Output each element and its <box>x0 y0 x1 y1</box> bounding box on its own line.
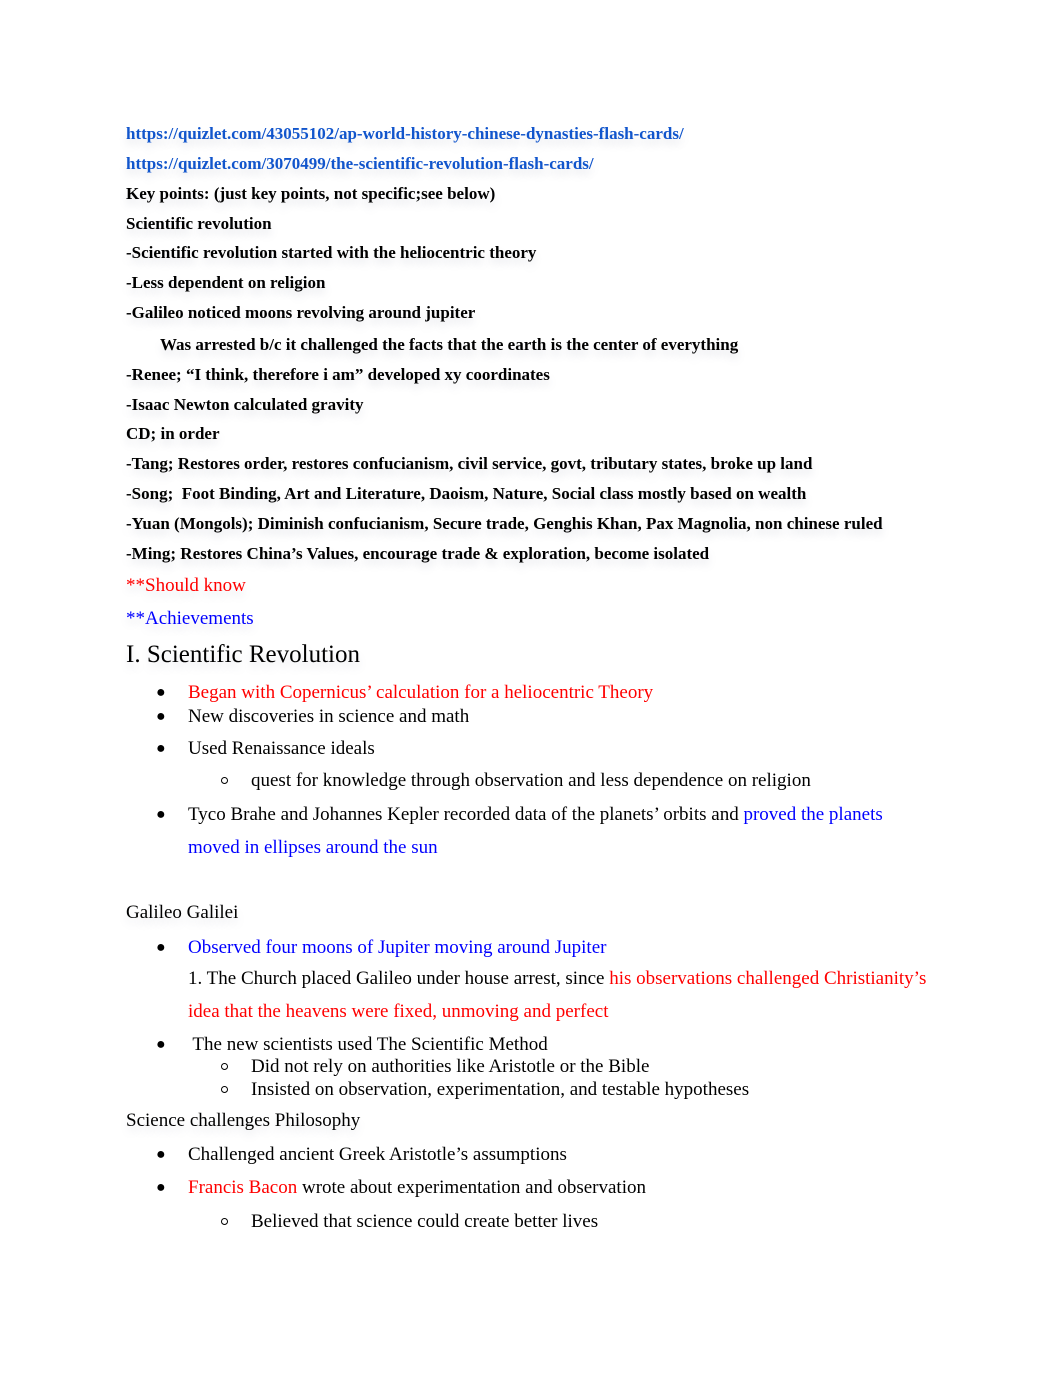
list-item: Began with Copernicus’ calculation for a… <box>188 682 654 703</box>
list-item: Observed four moons of Jupiter moving ar… <box>188 937 607 958</box>
sr-item: -Renee; “I think, therefore i am” develo… <box>126 365 550 384</box>
cd-item: -Song; Foot Binding, Art and Literature,… <box>126 484 807 503</box>
text: 1. The Church placed Galileo under house… <box>188 968 610 989</box>
circle-bullet-icon <box>221 1063 228 1070</box>
legend-achievements: **Achievements <box>126 608 254 629</box>
bullet-icon: ● <box>156 684 166 701</box>
sr-item: Was arrested b/c it challenged the facts… <box>160 335 739 354</box>
bullet-icon: ● <box>156 806 166 823</box>
cd-item: -Tang; Restores order, restores confucia… <box>126 454 813 473</box>
sub-list-item: Believed that science could create bette… <box>251 1211 599 1232</box>
sr-item: -Scientific revolution started with the … <box>126 243 537 262</box>
circle-bullet-icon <box>221 1218 228 1225</box>
cd-item: -Ming; Restores China’s Values, encourag… <box>126 544 710 563</box>
sr-item: -Less dependent on religion <box>126 273 326 292</box>
achievement-text: proved the planets <box>743 804 883 825</box>
sr-item: -Isaac Newton calculated gravity <box>126 395 364 414</box>
text: Tyco Brahe and Johannes Kepler recorded … <box>188 804 744 825</box>
list-item: Used Renaissance ideals <box>188 738 375 759</box>
sr-title: Scientific revolution <box>126 214 272 233</box>
sub-list-item: Insisted on observation, experimentation… <box>251 1079 750 1100</box>
bullet-icon: ● <box>156 708 166 725</box>
cd-title: CD; in order <box>126 424 220 443</box>
legend-should-know: **Should know <box>126 575 246 596</box>
numbered-item: 1. The Church placed Galileo under house… <box>188 969 926 988</box>
text: wrote about experimentation and observat… <box>297 1177 646 1198</box>
bullet-icon: ● <box>156 939 166 956</box>
sub-list-item: quest for knowledge through observation … <box>251 770 811 791</box>
bullet-icon: ● <box>156 1146 166 1163</box>
list-item: Francis Bacon wrote about experimentatio… <box>188 1178 646 1197</box>
bullet-icon: ● <box>156 1179 166 1196</box>
galileo-title: Galileo Galilei <box>126 902 239 923</box>
achievement-text: moved in ellipses around the sun <box>188 837 438 858</box>
sub-list-item: Did not rely on authorities like Aristot… <box>251 1056 650 1077</box>
quizlet-link-scientific-revolution[interactable]: https://quizlet.com/3070499/the-scientif… <box>126 155 594 172</box>
should-know-text: idea that the heavens were fixed, unmovi… <box>188 1001 609 1022</box>
circle-bullet-icon <box>221 1086 228 1093</box>
quizlet-link-dynasties[interactable]: https://quizlet.com/43055102/ap-world-hi… <box>126 125 684 142</box>
should-know-text: his observations challenged Christianity… <box>609 968 927 989</box>
cd-item: -Yuan (Mongols); Diminish confucianism, … <box>126 514 883 533</box>
key-points-title: Key points: (just key points, not specif… <box>126 184 496 203</box>
document-page: https://quizlet.com/43055102/ap-world-hi… <box>0 0 1062 1377</box>
section-heading: I. Scientific Revolution <box>126 641 360 668</box>
list-item: Tyco Brahe and Johannes Kepler recorded … <box>188 805 883 824</box>
philosophy-title: Science challenges Philosophy <box>126 1110 361 1131</box>
list-item: The new scientists used The Scientific M… <box>188 1034 548 1055</box>
should-know-text: Francis Bacon <box>188 1177 298 1198</box>
sr-item: -Galileo noticed moons revolving around … <box>126 303 476 322</box>
circle-bullet-icon <box>221 777 228 784</box>
list-item: New discoveries in science and math <box>188 706 470 727</box>
bullet-icon: ● <box>156 1036 166 1053</box>
list-item: Challenged ancient Greek Aristotle’s ass… <box>188 1144 567 1165</box>
bullet-icon: ● <box>156 740 166 757</box>
